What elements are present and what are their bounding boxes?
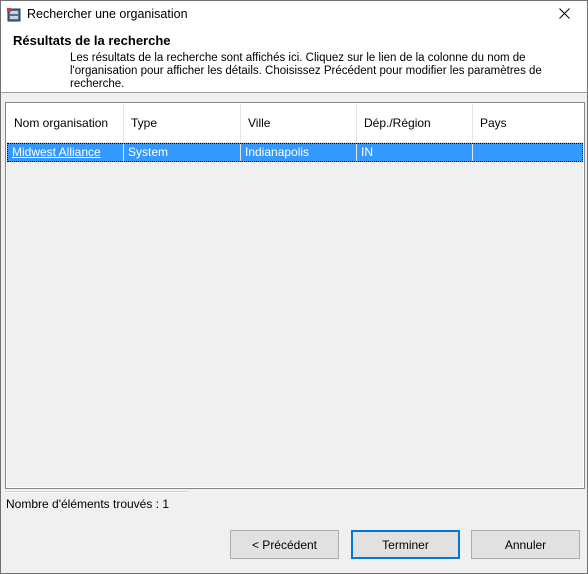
- organization-link[interactable]: Midwest Alliance: [12, 145, 101, 159]
- close-button[interactable]: [541, 1, 587, 29]
- divider: [5, 491, 187, 493]
- finish-button[interactable]: Terminer: [351, 530, 460, 559]
- table-cell-region: IN: [357, 144, 473, 161]
- title-bar[interactable]: Rechercher une organisation: [1, 1, 587, 29]
- back-button[interactable]: < Précédent: [230, 530, 339, 559]
- close-icon: [558, 8, 570, 22]
- table-row[interactable]: Midwest Alliance System Indianapolis IN: [7, 143, 583, 162]
- page-title: Résultats de la recherche: [13, 33, 171, 48]
- column-header-region[interactable]: Dép./Région: [357, 104, 473, 142]
- column-header-country[interactable]: Pays: [473, 104, 583, 142]
- window-title: Rechercher une organisation: [27, 7, 188, 21]
- table-cell-country: [473, 144, 582, 161]
- db-app-icon: [7, 8, 21, 22]
- dialog-window: Rechercher une organisation Résultats de…: [0, 0, 588, 574]
- cancel-button[interactable]: Annuler: [471, 530, 580, 559]
- result-count: Nombre d'éléments trouvés : 1: [6, 497, 170, 511]
- results-table[interactable]: Nom organisation Type Ville Dép./Région …: [5, 102, 585, 489]
- header-panel: Résultats de la recherche Les résultats …: [1, 29, 587, 93]
- table-cell-city: Indianapolis: [241, 144, 357, 161]
- column-header-city[interactable]: Ville: [241, 104, 357, 142]
- table-cell-type: System: [124, 144, 241, 161]
- column-header-name[interactable]: Nom organisation: [7, 104, 124, 142]
- table-header: Nom organisation Type Ville Dép./Région …: [7, 104, 583, 143]
- column-header-type[interactable]: Type: [124, 104, 241, 142]
- table-cell-name: Midwest Alliance: [8, 144, 124, 161]
- page-description: Les résultats de la recherche sont affic…: [70, 52, 542, 90]
